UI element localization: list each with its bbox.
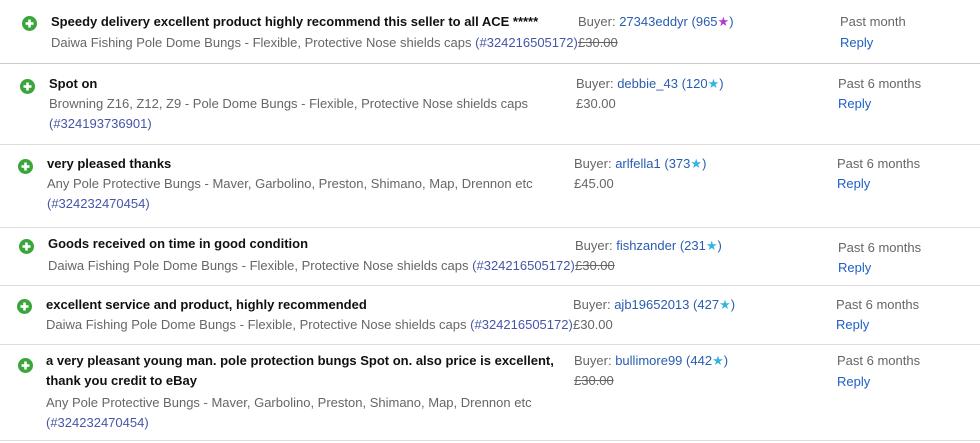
feedback-period: Past 6 months (838, 240, 922, 255)
feedback-row: Speedy delivery excellent product highly… (0, 0, 980, 64)
score-close-paren: ) (717, 238, 722, 253)
score-close-paren: ) (723, 353, 729, 368)
reply-link[interactable]: Reply (836, 315, 869, 335)
positive-plus-icon (18, 159, 33, 174)
feedback-comment: Goods received on time in good condition (48, 236, 309, 251)
score-close-paren: ) (702, 156, 707, 171)
buyer-name-link[interactable]: arlfella1 (615, 156, 661, 171)
positive-plus-icon (20, 79, 35, 94)
feedback-period: Past 6 months (837, 156, 921, 171)
item-number-link[interactable]: (#324232470454) (47, 196, 150, 211)
item-title[interactable]: Any Pole Protective Bungs - Maver, Garbo… (47, 176, 533, 191)
item-number-link[interactable]: (#324216505172) (470, 317, 573, 332)
buyer-name-link[interactable]: bullimore99 (615, 353, 682, 368)
item-description: Any Pole Protective Bungs - Maver, Garbo… (46, 393, 536, 433)
buyer-name-link[interactable]: debbie_43 (617, 76, 678, 91)
feedback-score-link[interactable]: 442 (690, 353, 712, 368)
feedback-score-link[interactable]: 120 (686, 76, 708, 91)
buyer-info: Buyer: 27343eddyr (965★) (578, 12, 734, 32)
item-description: Daiwa Fishing Pole Dome Bungs - Flexible… (51, 33, 581, 53)
reply-link[interactable]: Reply (838, 258, 871, 278)
item-number-link[interactable]: (#324216505172) (475, 35, 578, 50)
star-turquoise-icon: ★ (712, 353, 724, 368)
feedback-comment: very pleased thanks (47, 156, 172, 171)
item-price: £30.00 (573, 317, 613, 332)
item-price: £30.00 (578, 35, 618, 50)
feedback-score-link[interactable]: 373 (669, 156, 691, 171)
buyer-label: Buyer: (575, 238, 613, 253)
feedback-list: Speedy delivery excellent product highly… (0, 0, 980, 443)
feedback-period: Past 6 months (836, 297, 920, 312)
star-turquoise-icon: ★ (705, 238, 718, 253)
item-price: £30.00 (574, 373, 614, 388)
item-title[interactable]: Daiwa Fishing Pole Dome Bungs - Flexible… (46, 317, 467, 332)
feedback-score-link[interactable]: 965 (696, 14, 718, 29)
buyer-name-link[interactable]: ajb19652013 (614, 297, 689, 312)
buyer-label: Buyer: (574, 353, 612, 368)
buyer-info: Buyer: arlfella1 (373★) (574, 154, 706, 174)
feedback-comment: Speedy delivery excellent product highly… (51, 14, 539, 29)
buyer-label: Buyer: (574, 156, 612, 171)
feedback-score-link[interactable]: 427 (697, 297, 719, 312)
feedback-row: Spot on Browning Z16, Z12, Z9 - Pole Dome… (0, 64, 980, 145)
buyer-info: Buyer: bullimore99 (442★) (574, 351, 728, 371)
star-turquoise-icon: ★ (690, 156, 703, 171)
star-turquoise-icon: ★ (707, 76, 720, 91)
reply-link[interactable]: Reply (837, 372, 870, 392)
feedback-comment: Spot on (49, 76, 98, 91)
buyer-info: Buyer: fishzander (231★) (575, 236, 722, 256)
item-price: £30.00 (575, 258, 615, 273)
buyer-label: Buyer: (578, 14, 616, 29)
positive-plus-icon (22, 16, 37, 31)
score-close-paren: ) (719, 76, 724, 91)
item-number-link[interactable]: (#324193736901) (49, 116, 152, 131)
feedback-row: Goods received on time in good condition… (0, 228, 980, 286)
buyer-label: Buyer: (573, 297, 611, 312)
item-number-link[interactable]: (#324232470454) (46, 415, 149, 430)
feedback-period: Past month (840, 14, 906, 29)
feedback-period: Past 6 months (837, 353, 921, 368)
feedback-period: Past 6 months (838, 76, 922, 91)
reply-link[interactable]: Reply (840, 33, 873, 53)
buyer-label: Buyer: (576, 76, 614, 91)
star-turquoise-icon: ★ (719, 297, 731, 312)
item-price: £45.00 (574, 176, 614, 191)
buyer-name-link[interactable]: fishzander (616, 238, 676, 253)
item-title[interactable]: Daiwa Fishing Pole Dome Bungs - Flexible… (51, 35, 472, 50)
item-description: Daiwa Fishing Pole Dome Bungs - Flexible… (46, 315, 576, 335)
score-close-paren: ) (729, 14, 734, 29)
feedback-row: a very pleasant young man. pole protecti… (0, 345, 980, 441)
item-description: Any Pole Protective Bungs - Maver, Garbo… (47, 174, 537, 214)
positive-plus-icon (17, 299, 32, 314)
item-description: Browning Z16, Z12, Z9 - Pole Dome Bungs … (49, 94, 539, 134)
reply-link[interactable]: Reply (837, 174, 870, 194)
item-title[interactable]: Any Pole Protective Bungs - Maver, Garbo… (46, 395, 532, 410)
item-price: £30.00 (576, 96, 616, 111)
item-title[interactable]: Daiwa Fishing Pole Dome Bungs - Flexible… (48, 258, 469, 273)
star-purple-icon: ★ (717, 14, 730, 29)
item-title[interactable]: Browning Z16, Z12, Z9 - Pole Dome Bungs … (49, 96, 528, 111)
buyer-name-link[interactable]: 27343eddyr (619, 14, 688, 29)
feedback-row: very pleased thanks Any Pole Protective B… (0, 145, 980, 228)
buyer-info: Buyer: debbie_43 (120★) (576, 74, 724, 94)
reply-link[interactable]: Reply (838, 94, 871, 114)
feedback-comment: a very pleasant young man. pole protecti… (46, 353, 554, 388)
item-description: Daiwa Fishing Pole Dome Bungs - Flexible… (48, 256, 578, 276)
feedback-row: excellent service and product, highly re… (0, 286, 980, 345)
item-number-link[interactable]: (#324216505172) (472, 258, 575, 273)
feedback-comment: excellent service and product, highly re… (46, 297, 367, 312)
positive-plus-icon (18, 358, 33, 373)
positive-plus-icon (19, 239, 34, 254)
buyer-info: Buyer: ajb19652013 (427★) (573, 295, 735, 315)
feedback-score-link[interactable]: 231 (684, 238, 706, 253)
score-close-paren: ) (730, 297, 736, 312)
